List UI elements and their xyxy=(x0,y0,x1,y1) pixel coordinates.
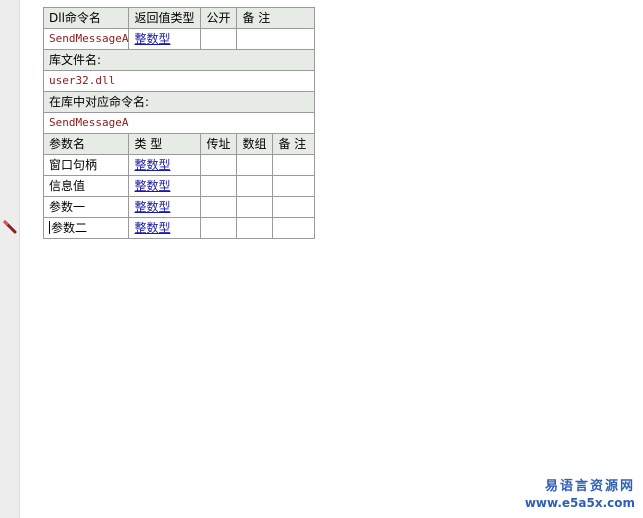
dll-declaration-table: Dll命令名 返回值类型 公开 备 注 SendMessageA 整数型 库文件… xyxy=(42,7,316,239)
param-name-cell[interactable]: 信息值 xyxy=(42,175,130,197)
param-array-cell[interactable] xyxy=(236,196,274,218)
param-type-cell[interactable]: 整数型 xyxy=(128,196,202,218)
library-value-row: user32.dll xyxy=(42,70,316,92)
alias-label: 在库中对应命令名: xyxy=(42,91,316,113)
param-remark-cell[interactable] xyxy=(272,154,316,176)
param-type-link[interactable]: 整数型 xyxy=(134,158,170,172)
param-row: 参数一 整数型 xyxy=(42,196,316,218)
alias-value-row: SendMessageA xyxy=(42,112,316,134)
dll-public-cell[interactable] xyxy=(200,28,238,50)
col-param-type-header: 类 型 xyxy=(128,133,202,155)
col-param-name-header: 参数名 xyxy=(42,133,130,155)
alias-label-row: 在库中对应命令名: xyxy=(42,91,316,113)
param-type-cell[interactable]: 整数型 xyxy=(128,175,202,197)
param-array-cell[interactable] xyxy=(236,217,274,239)
param-row: 窗口句柄 整数型 xyxy=(42,154,316,176)
param-type-link[interactable]: 整数型 xyxy=(134,200,170,214)
param-byref-cell[interactable] xyxy=(200,154,238,176)
watermark-url: www.e5a5x.com xyxy=(524,496,635,510)
param-row: 信息值 整数型 xyxy=(42,175,316,197)
param-type-cell[interactable]: 整数型 xyxy=(128,154,202,176)
dll-header-row: Dll命令名 返回值类型 公开 备 注 xyxy=(42,7,316,29)
param-name-cell[interactable]: 参数一 xyxy=(42,196,130,218)
dll-name-cell[interactable]: SendMessageA xyxy=(42,28,130,50)
col-param-remark-header: 备 注 xyxy=(272,133,316,155)
param-row: 参数二 整数型 xyxy=(42,217,316,239)
param-type-link[interactable]: 整数型 xyxy=(134,221,170,235)
library-value-cell[interactable]: user32.dll xyxy=(42,70,316,92)
param-name-text: 参数二 xyxy=(51,221,88,235)
param-array-cell[interactable] xyxy=(236,175,274,197)
param-byref-cell[interactable] xyxy=(200,217,238,239)
col-public-header: 公开 xyxy=(200,7,238,29)
dll-remark-cell[interactable] xyxy=(236,28,316,50)
param-remark-cell[interactable] xyxy=(272,175,316,197)
param-type-link[interactable]: 整数型 xyxy=(134,179,170,193)
editor-gutter xyxy=(0,0,20,518)
params-header-row: 参数名 类 型 传址 数组 备 注 xyxy=(42,133,316,155)
param-name-cell[interactable]: 窗口句柄 xyxy=(42,154,130,176)
param-remark-cell[interactable] xyxy=(272,196,316,218)
library-label: 库文件名: xyxy=(42,49,316,71)
col-return-type-header: 返回值类型 xyxy=(128,7,202,29)
dll-row: SendMessageA 整数型 xyxy=(42,28,316,50)
col-remark-header: 备 注 xyxy=(236,7,316,29)
dll-return-type-cell[interactable]: 整数型 xyxy=(128,28,202,50)
param-remark-cell[interactable] xyxy=(272,217,316,239)
col-dll-name-header: Dll命令名 xyxy=(42,7,130,29)
param-name-cell[interactable]: 参数二 xyxy=(42,217,130,239)
site-watermark: 易语言资源网 www.e5a5x.com xyxy=(525,479,635,511)
breakpoint-pen-icon xyxy=(3,220,17,234)
watermark-title: 易语言资源网 xyxy=(544,479,635,494)
alias-value-cell[interactable]: SendMessageA xyxy=(42,112,316,134)
param-byref-cell[interactable] xyxy=(200,196,238,218)
param-type-cell[interactable]: 整数型 xyxy=(128,217,202,239)
return-type-link[interactable]: 整数型 xyxy=(134,32,170,46)
col-byref-header: 传址 xyxy=(200,133,238,155)
text-cursor xyxy=(49,221,50,234)
param-byref-cell[interactable] xyxy=(200,175,238,197)
col-array-header: 数组 xyxy=(236,133,274,155)
library-label-row: 库文件名: xyxy=(42,49,316,71)
param-array-cell[interactable] xyxy=(236,154,274,176)
